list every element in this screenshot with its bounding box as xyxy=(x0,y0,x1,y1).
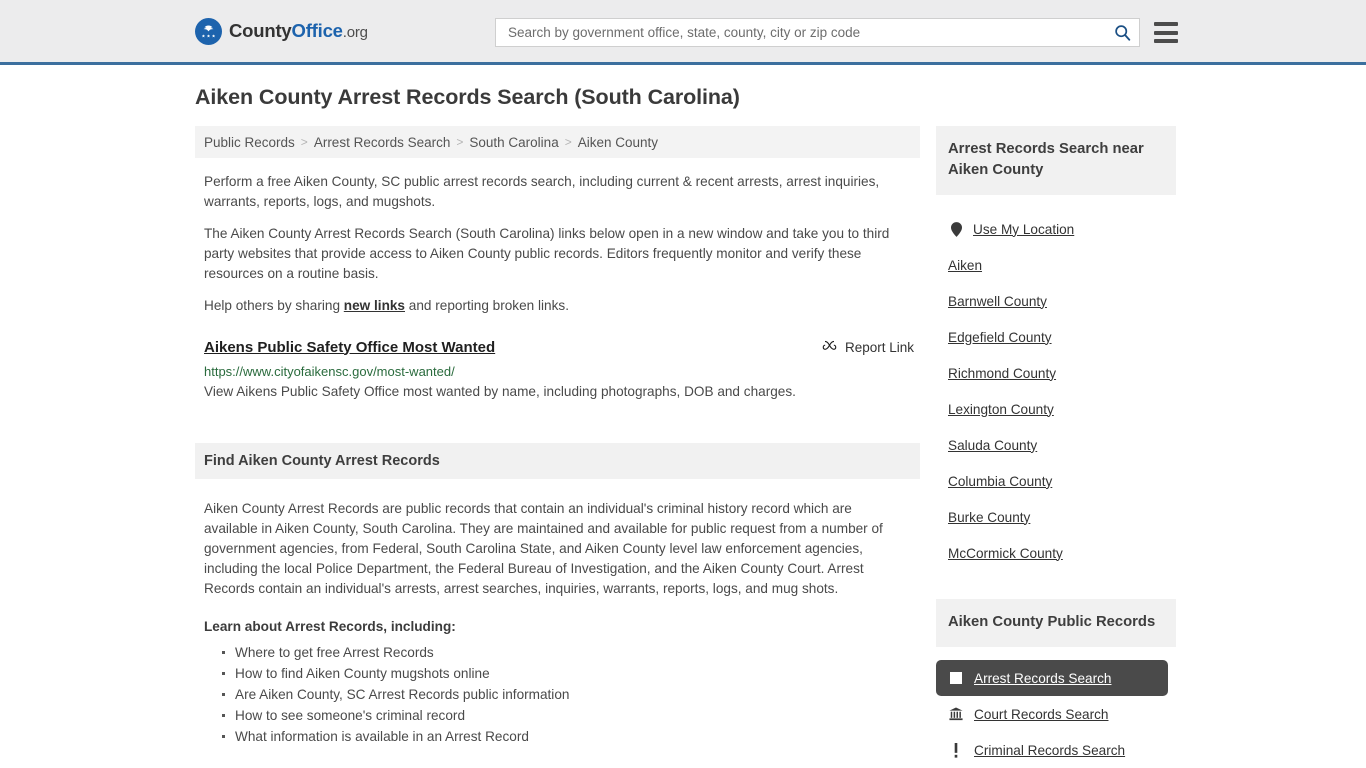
map-pin-icon xyxy=(948,221,964,237)
broken-link-icon xyxy=(822,338,837,356)
hamburger-bar xyxy=(1154,22,1178,26)
result-header-row: Aikens Public Safety Office Most Wanted … xyxy=(204,338,920,356)
logo-text-office: Office xyxy=(291,20,343,41)
logo-text: CountyOffice.org xyxy=(229,20,368,42)
sidebar-item-label: Use My Location xyxy=(973,221,1075,237)
sidebar-item-label: Court Records Search xyxy=(974,706,1109,722)
sidebar-item-label: Aiken xyxy=(948,257,983,273)
sidebar-item-label: Burke County xyxy=(948,509,1031,525)
list-item: How to see someone's criminal record xyxy=(222,705,920,726)
list-item: Are Aiken County, SC Arrest Records publ… xyxy=(222,684,920,705)
learn-about-list: Where to get free Arrest Records How to … xyxy=(204,642,920,747)
breadcrumb-separator: > xyxy=(300,135,308,149)
sidebar-item-criminal-records-search[interactable]: Criminal Records Search xyxy=(936,732,1176,768)
sidebar-item-label: Edgefield County xyxy=(948,329,1052,345)
sidebar-item-label: McCormick County xyxy=(948,545,1063,561)
share-text-before: Help others by sharing xyxy=(204,298,344,313)
sidebar-item-label: Richmond County xyxy=(948,365,1057,381)
sidebar-nearby-links: Use My Location Aiken Barnwell County Ed… xyxy=(936,195,1176,571)
sidebar-item-label: Saluda County xyxy=(948,437,1038,453)
breadcrumb-item-aiken-county: Aiken County xyxy=(577,134,659,150)
sidebar-heading-public-records: Aiken County Public Records xyxy=(936,599,1176,647)
breadcrumb-item-arrest-records-search[interactable]: Arrest Records Search xyxy=(314,135,451,150)
logo-text-county: County xyxy=(229,20,292,41)
breadcrumb: Public Records > Arrest Records Search >… xyxy=(195,126,920,158)
site-header: CountyOffice.org xyxy=(0,0,1366,65)
hamburger-bar xyxy=(1154,30,1178,35)
report-link-button[interactable]: Report Link xyxy=(822,338,914,356)
site-logo[interactable]: CountyOffice.org xyxy=(195,17,368,45)
square-icon xyxy=(948,672,964,684)
result-url: https://www.cityofaikensc.gov/most-wante… xyxy=(204,364,455,379)
page-title: Aiken County Arrest Records Search (Sout… xyxy=(195,85,740,109)
sidebar-item-label: Criminal Records Search xyxy=(974,742,1126,758)
learn-about-heading: Learn about Arrest Records, including: xyxy=(204,619,456,634)
content-columns: Public Records > Arrest Records Search >… xyxy=(195,126,1366,768)
sidebar-item-label: Arrest Records Search xyxy=(974,670,1112,686)
list-item: What information is available in an Arre… xyxy=(222,726,920,747)
sidebar-item-label: Barnwell County xyxy=(948,293,1047,309)
breadcrumb-separator: > xyxy=(456,135,464,149)
result-title-link[interactable]: Aikens Public Safety Office Most Wanted xyxy=(204,339,495,356)
sidebar-item-burke-county[interactable]: Burke County xyxy=(936,499,1176,535)
search-box[interactable] xyxy=(495,18,1140,47)
sidebar-item-saluda-county[interactable]: Saluda County xyxy=(936,427,1176,463)
search-input[interactable] xyxy=(506,24,1114,41)
sidebar-item-aiken[interactable]: Aiken xyxy=(936,247,1176,283)
sidebar-item-lexington-county[interactable]: Lexington County xyxy=(936,391,1176,427)
sidebar-item-edgefield-county[interactable]: Edgefield County xyxy=(936,319,1176,355)
breadcrumb-item-public-records[interactable]: Public Records xyxy=(204,135,295,150)
report-link-label: Report Link xyxy=(844,339,914,355)
sidebar-public-records-links: Arrest Records Search Court Records Sear… xyxy=(936,647,1176,768)
intro-paragraph-2: The Aiken County Arrest Records Search (… xyxy=(204,226,890,281)
result-item: Aikens Public Safety Office Most Wanted … xyxy=(204,338,920,401)
sidebar-item-richmond-county[interactable]: Richmond County xyxy=(936,355,1176,391)
section-header-find-records: Find Aiken County Arrest Records xyxy=(195,443,920,479)
hamburger-bar xyxy=(1154,39,1178,43)
sidebar-item-court-records-search[interactable]: Court Records Search xyxy=(936,696,1176,732)
page-body: Aiken County Arrest Records Search (Sout… xyxy=(0,65,1366,768)
eagle-seal-icon xyxy=(195,17,222,45)
exclamation-icon xyxy=(948,742,964,758)
sidebar-heading-nearby: Arrest Records Search near Aiken County xyxy=(936,126,1176,195)
sidebar-item-barnwell-county[interactable]: Barnwell County xyxy=(936,283,1176,319)
logo-text-tld: .org xyxy=(342,24,368,41)
share-text-after: and reporting broken links. xyxy=(405,298,569,313)
breadcrumb-item-south-carolina[interactable]: South Carolina xyxy=(469,135,558,150)
sidebar: Arrest Records Search near Aiken County … xyxy=(936,126,1176,768)
sidebar-item-use-my-location[interactable]: Use My Location xyxy=(936,211,1176,247)
new-links-link[interactable]: new links xyxy=(344,298,405,313)
sidebar-item-columbia-county[interactable]: Columbia County xyxy=(936,463,1176,499)
intro-paragraph-1: Perform a free Aiken County, SC public a… xyxy=(204,174,880,209)
search-icon[interactable] xyxy=(1114,24,1131,41)
result-description: View Aikens Public Safety Office most wa… xyxy=(204,384,796,399)
intro-paragraph-3: Help others by sharing new links and rep… xyxy=(204,296,904,316)
hamburger-menu-icon[interactable] xyxy=(1154,22,1178,43)
header-search-area xyxy=(495,18,1178,47)
sidebar-item-mccormick-county[interactable]: McCormick County xyxy=(936,535,1176,571)
breadcrumb-separator: > xyxy=(564,135,572,149)
sidebar-item-label: Lexington County xyxy=(948,401,1054,417)
main-content: Public Records > Arrest Records Search >… xyxy=(195,126,920,768)
courthouse-icon xyxy=(948,707,964,721)
sidebar-item-label: Columbia County xyxy=(948,473,1053,489)
sidebar-item-arrest-records-search[interactable]: Arrest Records Search xyxy=(936,660,1168,696)
section-body-text: Aiken County Arrest Records are public r… xyxy=(204,501,883,596)
list-item: Where to get free Arrest Records xyxy=(222,642,920,663)
list-item: How to find Aiken County mugshots online xyxy=(222,663,920,684)
